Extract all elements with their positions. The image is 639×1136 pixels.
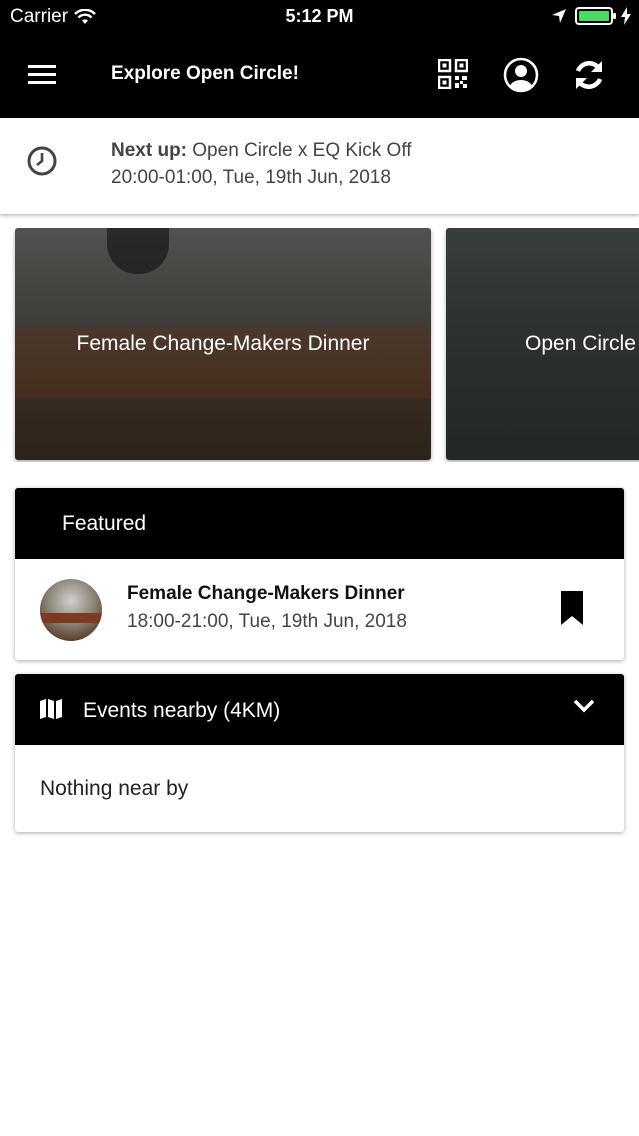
nearby-body: Nothing near by (15, 745, 624, 832)
event-carousel[interactable]: Female Change-Makers Dinner Open Circle (0, 228, 639, 462)
location-arrow-icon (552, 9, 566, 23)
clock-icon (27, 146, 57, 176)
status-time: 5:12 PM (285, 6, 354, 26)
nearby-empty-text: Nothing near by (40, 777, 189, 800)
next-up-event: Open Circle x EQ Kick Off (192, 140, 412, 161)
status-bar: Carrier 5:12 PM (0, 0, 639, 34)
chevron-down-icon[interactable] (572, 694, 596, 718)
status-right (551, 7, 631, 25)
map-icon (40, 699, 62, 719)
battery-icon (575, 7, 616, 25)
events-nearby-card: Events nearby (4KM) Nothing near by (15, 674, 624, 832)
refresh-icon[interactable] (571, 57, 607, 93)
event-thumbnail (40, 579, 102, 641)
menu-icon[interactable] (26, 62, 58, 86)
nav-bar: Explore Open Circle! (0, 34, 639, 118)
nearby-header[interactable]: Events nearby (4KM) (15, 674, 624, 745)
next-up-time: 20:00-01:00, Tue, 19th Jun, 2018 (111, 167, 391, 188)
featured-event-title: Female Change-Makers Dinner (127, 583, 405, 604)
slide-title: Female Change-Makers Dinner (76, 332, 370, 355)
page-title: Explore Open Circle! (111, 63, 299, 84)
bookmark-icon[interactable] (561, 591, 583, 625)
next-up-line: Next up: Open Circle x EQ Kick Off (111, 140, 412, 162)
featured-card: Featured Female Change-Makers Dinner 18:… (15, 488, 624, 660)
featured-event-time: 18:00-21:00, Tue, 19th Jun, 2018 (127, 611, 407, 632)
nearby-heading: Events nearby (4KM) (83, 699, 281, 722)
carousel-slide[interactable]: Female Change-Makers Dinner (15, 228, 431, 460)
featured-header: Featured (15, 488, 624, 559)
user-profile-icon[interactable] (503, 57, 539, 93)
featured-heading: Featured (62, 512, 147, 535)
next-up-label: Next up: (111, 140, 187, 161)
featured-event-row[interactable]: Female Change-Makers Dinner 18:00-21:00,… (15, 559, 624, 660)
carousel-slide[interactable]: Open Circle (446, 228, 639, 460)
qr-code-icon[interactable] (438, 59, 468, 89)
charging-bolt-icon (621, 7, 631, 25)
slide-title: Open Circle (525, 332, 636, 355)
next-up-banner[interactable]: Next up: Open Circle x EQ Kick Off 20:00… (0, 118, 639, 214)
